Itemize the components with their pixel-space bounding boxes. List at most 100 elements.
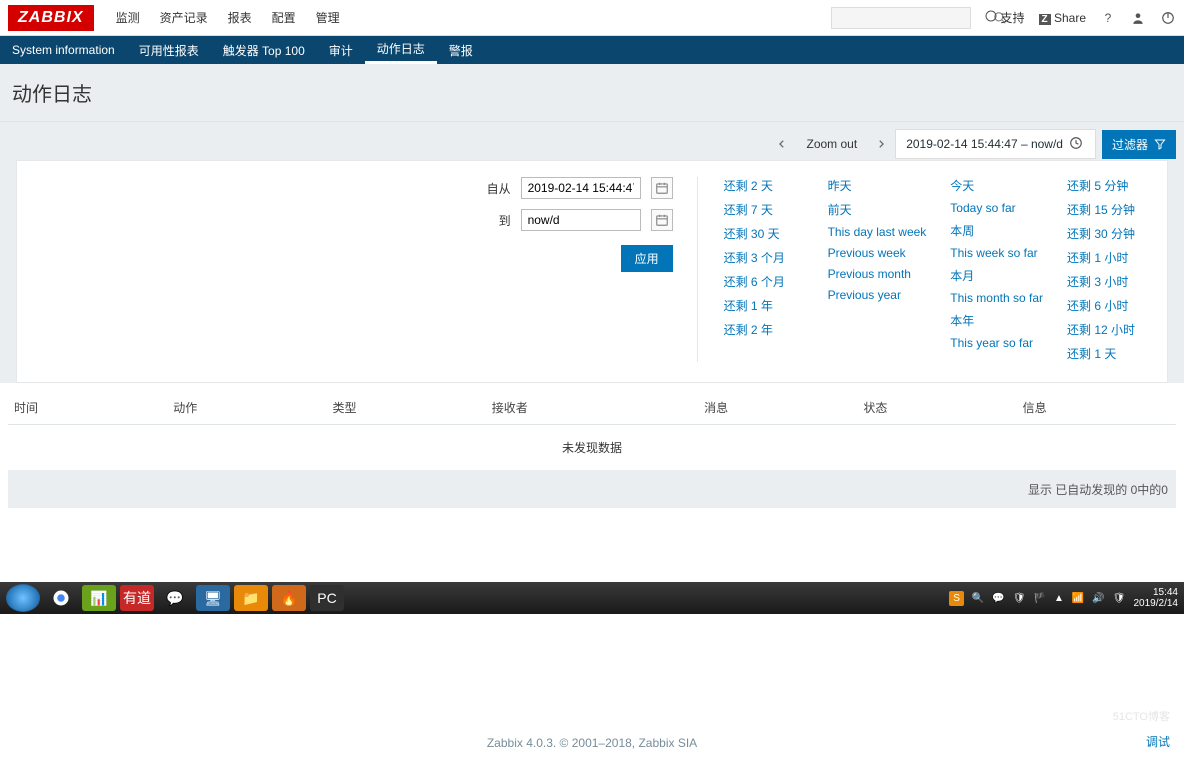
quick-range-link[interactable]: 还剩 1 小时 (1067, 249, 1147, 266)
tray-volume-icon[interactable]: 🔊 (1092, 593, 1104, 604)
taskbar-app4-icon[interactable]: 🔥 (272, 585, 306, 611)
tab-alerts[interactable]: 警报 (437, 36, 485, 64)
support-link[interactable]: 支持 (985, 9, 1024, 26)
taskbar-chrome-icon[interactable] (44, 585, 78, 611)
nav-config[interactable]: 配置 (262, 9, 306, 26)
time-toolbar: Zoom out 2019-02-14 15:44:47 – now/d 过滤器 (8, 128, 1176, 160)
quick-range-link[interactable]: 还剩 30 天 (724, 225, 804, 242)
share-link[interactable]: Z Share (1039, 11, 1086, 25)
quick-range-link[interactable]: Previous month (828, 267, 927, 281)
quick-range-link[interactable]: This year so far (950, 336, 1043, 350)
tab-triggers-top[interactable]: 触发器 Top 100 (211, 36, 317, 64)
quick-range-link[interactable]: 今天 (950, 177, 1043, 194)
search-input[interactable] (838, 11, 993, 25)
time-range[interactable]: 2019-02-14 15:44:47 – now/d (895, 129, 1096, 159)
start-button[interactable] (6, 584, 40, 612)
quick-range-link[interactable]: 还剩 5 分钟 (1067, 177, 1147, 194)
tray-shield-icon[interactable]: 🛡 (1113, 593, 1126, 604)
watermark: 51CTO博客 (1113, 708, 1170, 724)
taskbar-pycharm-icon[interactable]: PC (310, 585, 344, 611)
table-header[interactable]: 时间 (8, 391, 167, 425)
sub-nav: System information 可用性报表 触发器 Top 100 审计 … (0, 36, 1184, 64)
taskbar-app1-icon[interactable]: 📊 (82, 585, 116, 611)
time-prev-icon[interactable] (768, 130, 796, 158)
quick-range-link[interactable]: 还剩 7 天 (724, 201, 804, 218)
tab-audit[interactable]: 审计 (317, 36, 365, 64)
tray-search-icon[interactable]: 🔍 (972, 593, 984, 604)
quick-range-link[interactable]: This week so far (950, 246, 1043, 260)
quick-range-link[interactable]: 本年 (950, 312, 1043, 329)
table-header[interactable]: 消息 (698, 391, 857, 425)
quick-range-link[interactable]: 还剩 2 天 (724, 177, 804, 194)
logo[interactable]: ZABBIX (8, 5, 94, 31)
zoom-out-button[interactable]: Zoom out (796, 137, 867, 151)
help-icon[interactable]: ? (1100, 10, 1116, 26)
quick-range-link[interactable]: 本周 (950, 222, 1043, 239)
windows-taskbar: 📊 有道 💬 🖥 📁 🔥 PC S 🔍 💬 🛡 🏴 ▲ 📶 🔊 🛡 15:44 … (0, 582, 1184, 614)
nav-inventory[interactable]: 资产记录 (150, 9, 218, 26)
filter-label: 过滤器 (1112, 136, 1148, 153)
taskbar-youdao-icon[interactable]: 有道 (120, 585, 154, 611)
quick-range-link[interactable]: 还剩 1 年 (724, 297, 804, 314)
from-calendar-icon[interactable] (651, 177, 673, 199)
quick-range-link[interactable]: 还剩 2 年 (724, 321, 804, 338)
quick-range-link[interactable]: This month so far (950, 291, 1043, 305)
footer-text: Zabbix 4.0.3. © 2001–2018, Zabbix SIA (487, 736, 697, 750)
tab-system-info[interactable]: System information (0, 36, 127, 64)
top-icons: 支持 Z Share ? (985, 9, 1176, 26)
apply-button[interactable]: 应用 (621, 245, 673, 272)
taskbar-wechat-icon[interactable]: 💬 (158, 585, 192, 611)
quick-range-link[interactable]: 还剩 1 天 (1067, 345, 1147, 362)
quick-range-link[interactable]: 前天 (828, 201, 927, 218)
quick-range-link[interactable]: 还剩 12 小时 (1067, 321, 1147, 338)
table-header[interactable]: 类型 (327, 391, 486, 425)
time-range-label: 2019-02-14 15:44:47 – now/d (906, 137, 1063, 151)
tray-signal-icon[interactable]: 📶 (1072, 593, 1084, 604)
tray-app-icon[interactable]: 🛡 (1013, 593, 1026, 604)
taskbar-clock[interactable]: 15:44 2019/2/14 (1134, 587, 1179, 609)
quick-range-link[interactable]: 还剩 6 个月 (724, 273, 804, 290)
tray-wechat-icon[interactable]: 💬 (992, 593, 1004, 604)
quick-range-link[interactable]: 还剩 3 个月 (724, 249, 804, 266)
taskbar-app3-icon[interactable]: 📁 (234, 585, 268, 611)
to-input[interactable] (521, 209, 641, 231)
debug-link[interactable]: 调试 (1146, 733, 1170, 750)
nav-admin[interactable]: 管理 (306, 9, 350, 26)
from-input[interactable] (521, 177, 641, 199)
tab-availability[interactable]: 可用性报表 (127, 36, 211, 64)
table-header[interactable]: 状态 (857, 391, 1016, 425)
tab-action-log[interactable]: 动作日志 (365, 36, 437, 64)
quick-range-link[interactable]: 还剩 6 小时 (1067, 297, 1147, 314)
nav-reports[interactable]: 报表 (218, 9, 262, 26)
search-box[interactable] (831, 7, 971, 29)
user-icon[interactable] (1130, 10, 1146, 26)
quick-range-link[interactable]: Today so far (950, 201, 1043, 215)
to-calendar-icon[interactable] (651, 209, 673, 231)
quick-range-link[interactable]: Previous year (828, 288, 927, 302)
quick-range-link[interactable]: Previous week (828, 246, 927, 260)
table-header[interactable]: 信息 (1017, 391, 1176, 425)
quick-range-link[interactable]: 本月 (950, 267, 1043, 284)
to-label: 到 (499, 212, 511, 229)
table-header[interactable]: 动作 (167, 391, 326, 425)
quick-range-link[interactable]: 昨天 (828, 177, 927, 194)
tray-flag-icon[interactable]: 🏴 (1034, 593, 1046, 604)
quick-range-link[interactable]: 还剩 3 小时 (1067, 273, 1147, 290)
system-tray[interactable]: S 🔍 💬 🛡 🏴 ▲ 📶 🔊 🛡 15:44 2019/2/14 (949, 587, 1178, 609)
data-table: 时间动作类型接收者消息状态信息 未发现数据 显示 已自动发现的 0中的0 (8, 391, 1176, 508)
clock-icon (1069, 136, 1085, 152)
tray-sogou-icon[interactable]: S (949, 591, 964, 606)
page-footer: Zabbix 4.0.3. © 2001–2018, Zabbix SIA 51… (0, 516, 1184, 760)
filter-button[interactable]: 过滤器 (1102, 130, 1176, 159)
table-header[interactable]: 接收者 (486, 391, 698, 425)
tray-up-icon[interactable]: ▲ (1054, 593, 1064, 604)
taskbar-app2-icon[interactable]: 🖥 (196, 585, 230, 611)
time-next-icon[interactable] (867, 130, 895, 158)
quick-range-link[interactable]: 还剩 30 分钟 (1067, 225, 1147, 242)
power-icon[interactable] (1160, 10, 1176, 26)
filter-panel: 自从 到 应用 还剩 2 天还剩 7 天还剩 30 天还剩 3 个月还剩 6 个… (16, 160, 1168, 383)
quick-range-link[interactable]: 还剩 15 分钟 (1067, 201, 1147, 218)
quick-range-link[interactable]: This day last week (828, 225, 927, 239)
nav-monitoring[interactable]: 监测 (106, 9, 150, 26)
from-label: 自从 (487, 180, 511, 197)
